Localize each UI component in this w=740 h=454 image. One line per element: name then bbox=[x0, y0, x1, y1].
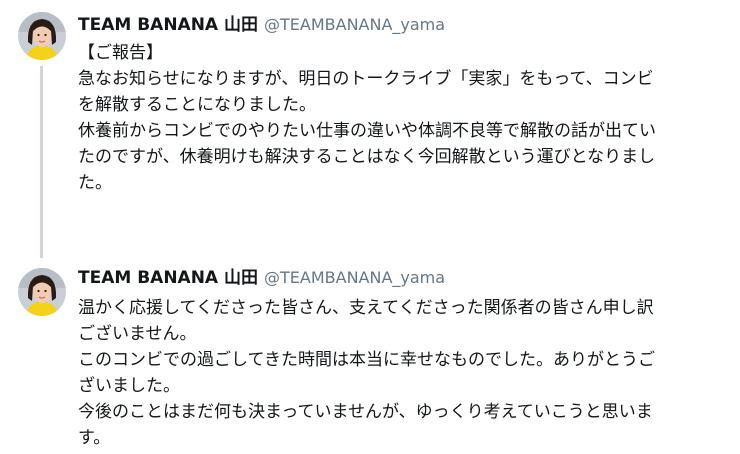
tweet-text-line: を解散することになりました。 bbox=[78, 95, 316, 115]
tweet-text-line: 急なお知らせになりますが、明日のトークライブ「実家」をもって、コンビ bbox=[78, 69, 654, 89]
tweet-text-line: す。 bbox=[78, 428, 111, 448]
tweet-text: 【ご報告】 急なお知らせになりますが、明日のトークライブ「実家」をもって、コンビ… bbox=[78, 40, 728, 196]
tweet-text-line: 今後のことはまだ何も決まっていませんが、ゆっくり考えていこうと思いま bbox=[78, 402, 653, 422]
tweet-text-line: 休養前からコンビでのやりたい仕事の違いや体調不良等で解散の話が出てい bbox=[78, 121, 656, 141]
tweet-text-line: ございません。 bbox=[78, 324, 197, 344]
tweet-text-line: 【ご報告】 bbox=[78, 43, 163, 63]
tweet-text-line: ざいました。 bbox=[78, 376, 180, 396]
display-name[interactable]: TEAM BANANA 山田 bbox=[78, 15, 258, 35]
tweet-text: 温かく応援してくださった皆さん、支えてくださった関係者の皆さん申し訳 ございませ… bbox=[78, 295, 728, 451]
tweet-text-line: たのですが、休養明けも解決することはなく今回解散という運びとなりまし bbox=[78, 147, 656, 167]
user-handle[interactable]: @TEAMBANANA_yama bbox=[264, 268, 445, 287]
user-handle[interactable]: @TEAMBANANA_yama bbox=[264, 15, 445, 34]
tweet-text-line: 温かく応援してくださった皆さん、支えてくださった関係者の皆さん申し訳 bbox=[78, 298, 654, 318]
avatar[interactable] bbox=[18, 268, 66, 316]
tweet-text-line: た。 bbox=[78, 173, 112, 193]
tweet-header: TEAM BANANA 山田 @TEAMBANANA_yama bbox=[78, 14, 445, 36]
tweet-header: TEAM BANANA 山田 @TEAMBANANA_yama bbox=[78, 267, 445, 289]
display-name[interactable]: TEAM BANANA 山田 bbox=[78, 268, 258, 288]
tweet-thread: TEAM BANANA 山田 @TEAMBANANA_yama 【ご報告】 急なお… bbox=[0, 0, 740, 454]
thread-connector-line bbox=[40, 66, 43, 258]
tweet-text-line: このコンビでの過ごしてきた時間は本当に幸せなものでした。ありがとうご bbox=[78, 350, 655, 370]
avatar[interactable] bbox=[18, 12, 66, 60]
